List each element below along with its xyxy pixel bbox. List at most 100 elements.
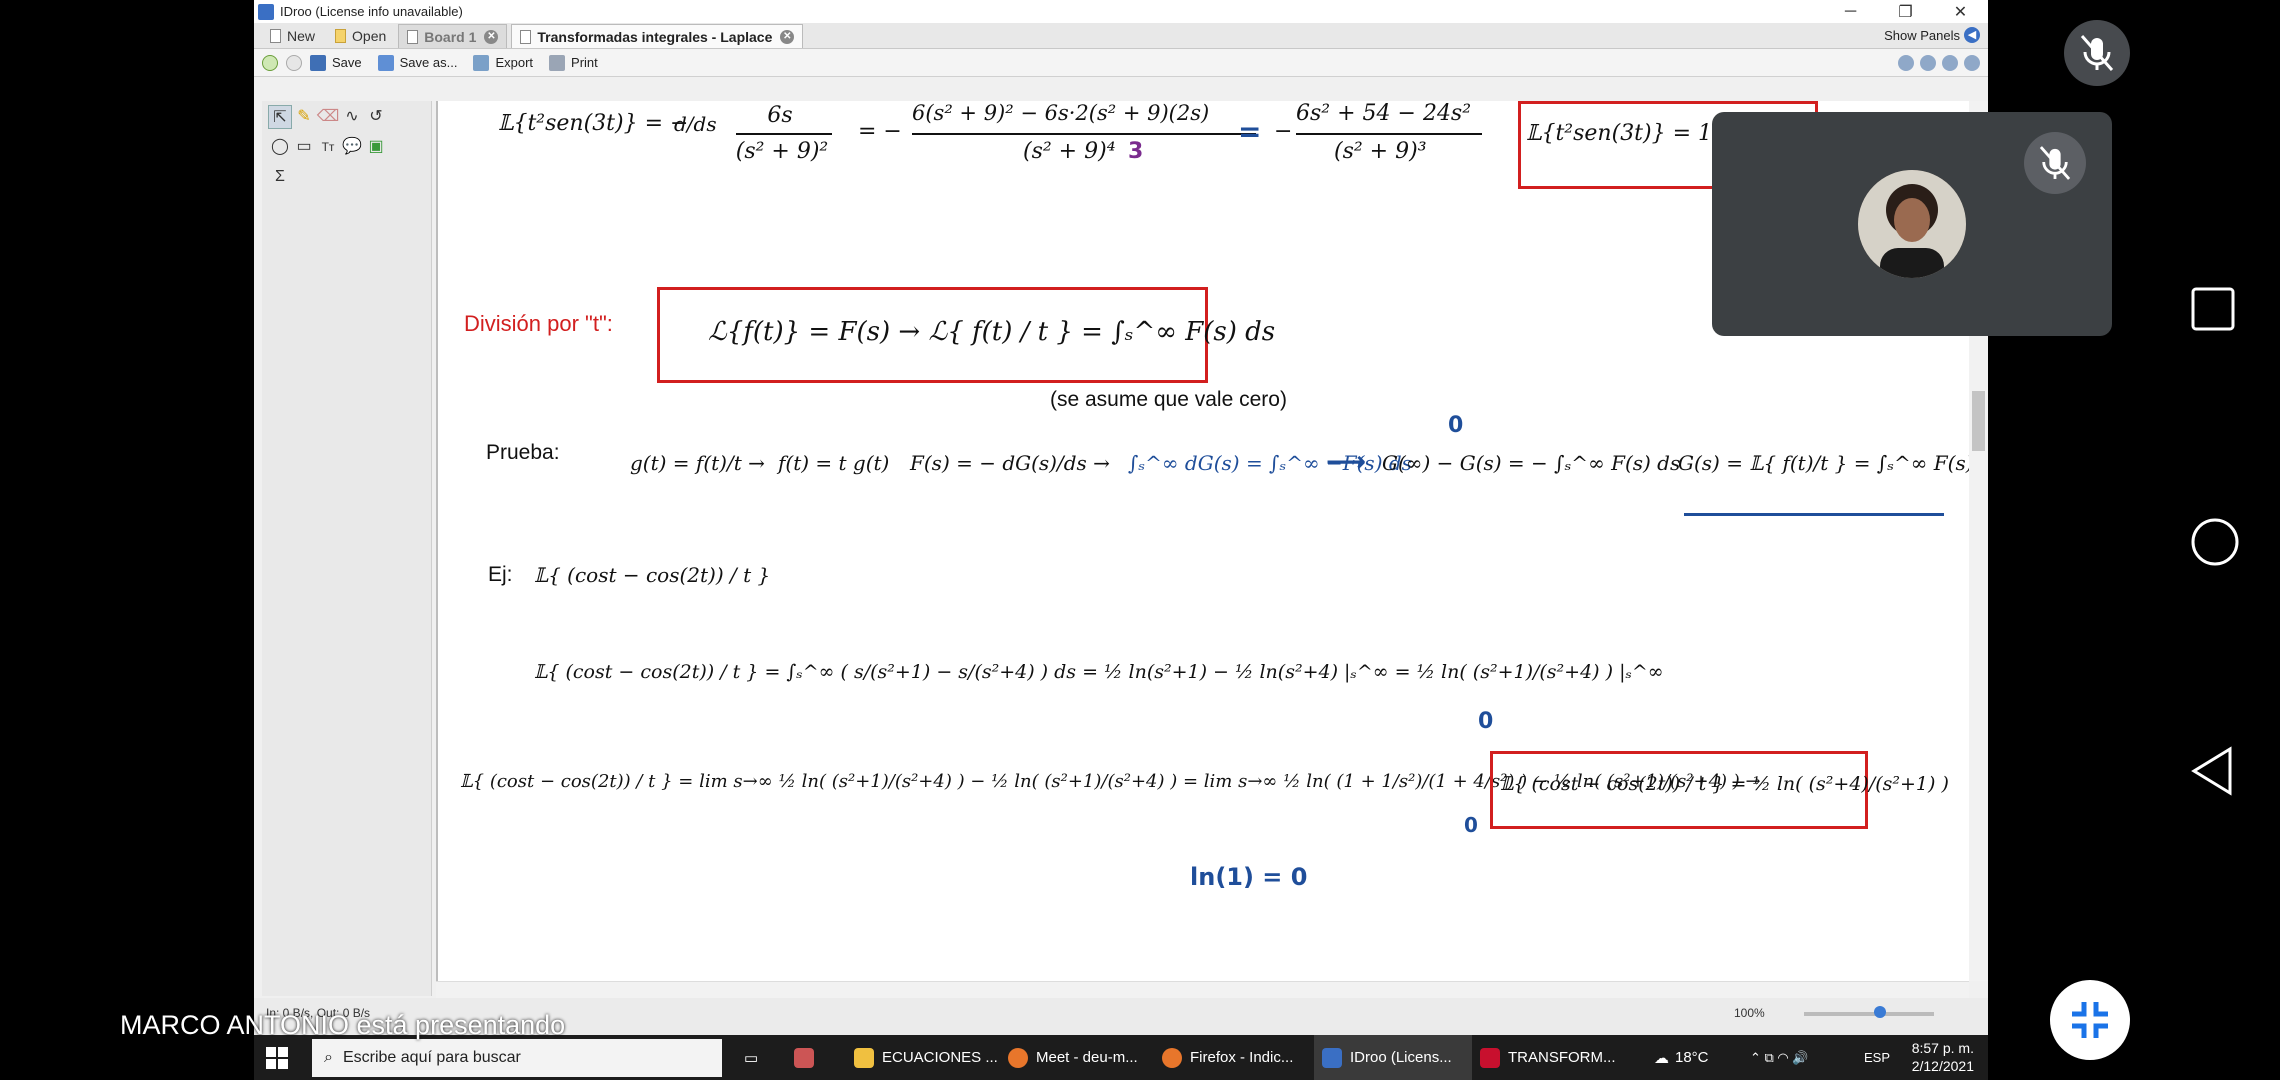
taskbar-app-label: Firefox - Indic... xyxy=(1190,1049,1294,1066)
minimize-button[interactable]: ─ xyxy=(1823,3,1878,21)
exit-fullscreen-button[interactable] xyxy=(2050,980,2130,1060)
proof-step-6: G(s) = 𝕃{ f(t)/t } = ∫ₛ^∞ F(s) ds xyxy=(1678,451,1969,475)
handwritten-ln-note: ln(1) = 0 xyxy=(1190,863,1308,891)
new-board-button[interactable]: New xyxy=(262,24,323,48)
taskbar-search[interactable]: ⌕ Escribe aquí para buscar xyxy=(312,1039,722,1077)
save-icon xyxy=(310,54,326,71)
print-button[interactable]: Print xyxy=(549,54,598,71)
folder-icon xyxy=(335,29,347,43)
arrow-left-icon: ◀ xyxy=(1964,27,1980,43)
toolbar-right-icons xyxy=(1898,55,1980,71)
participant-video-tile[interactable] xyxy=(1712,112,2112,336)
task-view-icon[interactable]: ▭ xyxy=(744,1035,758,1080)
comment-tool-icon[interactable]: 💬 xyxy=(340,135,364,159)
formula-tool-icon[interactable]: Σ xyxy=(268,165,292,189)
horizontal-scrollbar[interactable] xyxy=(436,981,1969,998)
taskbar-app-label: Meet - deu-m... xyxy=(1036,1049,1138,1066)
home-icon[interactable] xyxy=(2190,517,2240,567)
taskbar-app-idroo[interactable]: IDroo (Licens... xyxy=(1314,1035,1472,1080)
weather-temp: 18°C xyxy=(1675,1049,1709,1066)
settings-icon[interactable] xyxy=(1920,55,1936,71)
row1-big-den: (s² + 9)⁴ xyxy=(1023,139,1116,164)
proof-step-1: g(t) = f(t)/t → xyxy=(630,451,765,475)
export-button[interactable]: Export xyxy=(473,54,533,71)
clock[interactable]: 8:57 p. m. 2/12/2021 xyxy=(1912,1039,1974,1075)
taskbar-app-ecuaciones[interactable]: ECUACIONES ... xyxy=(854,1035,998,1080)
cloud-icon: ☁ xyxy=(1654,1049,1669,1067)
eraser-tool-icon[interactable]: ⌫ xyxy=(316,105,340,129)
search-icon: ⌕ xyxy=(324,1049,333,1066)
proof-step-5: G(∞) − G(s) = − ∫ₛ^∞ F(s) ds xyxy=(1382,451,1681,475)
row1-frac-den: (s² + 9)² xyxy=(735,139,829,164)
close-tab-icon[interactable]: ✕ xyxy=(484,29,499,44)
row1-lhs: 𝕃{t²sen(3t)} = − xyxy=(498,111,689,136)
open-board-button[interactable]: Open xyxy=(327,24,394,48)
row1-frac-line xyxy=(736,133,832,135)
idroo-app-icon xyxy=(258,3,274,20)
app-icon-generic[interactable] xyxy=(794,1035,822,1080)
participant-avatar xyxy=(1858,170,1966,278)
save-button[interactable]: Save xyxy=(310,54,362,71)
language-indicator[interactable]: ESP xyxy=(1864,1035,1890,1080)
info-icon[interactable] xyxy=(1942,55,1958,71)
zoom-slider[interactable] xyxy=(1804,1012,1934,1016)
close-window-button[interactable]: ✕ xyxy=(1933,2,1988,22)
firefox-icon xyxy=(1008,1047,1028,1068)
tabs-bar: New Open Board 1 ✕ Transformadas integral… xyxy=(254,23,1988,49)
pencil-tool-icon[interactable]: ✎ xyxy=(292,105,316,129)
text-tool-icon[interactable]: Tт xyxy=(316,135,340,159)
back-icon[interactable] xyxy=(262,54,278,71)
ej-label: Ej: xyxy=(488,563,513,586)
row1-big-num: 6(s² + 9)² − 6s·2(s² + 9)(2s) xyxy=(912,101,1210,125)
tab-board-1[interactable]: Board 1 ✕ xyxy=(398,24,508,48)
forward-icon[interactable] xyxy=(286,54,302,71)
ellipse-tool-icon[interactable]: ◯ xyxy=(268,135,292,159)
select-tool-icon[interactable]: ⇱ xyxy=(268,105,292,129)
vertical-scroll-thumb[interactable] xyxy=(1972,391,1985,451)
back-nav-icon[interactable] xyxy=(2190,746,2236,796)
zoom-slider-thumb[interactable] xyxy=(1874,1006,1886,1018)
lasso-tool-icon[interactable]: ↺ xyxy=(364,105,388,129)
show-panels-button[interactable]: Show Panels ◀ xyxy=(1884,27,1980,43)
prueba-label: Prueba: xyxy=(486,441,560,464)
help-icon[interactable] xyxy=(1964,55,1980,71)
title-bar: IDroo (License info unavailable) ─ ❐ ✕ xyxy=(254,0,1988,23)
curve-tool-icon[interactable]: ∿ xyxy=(340,105,364,129)
ej-formula: 𝕃{ (cost − cos(2t)) / t } xyxy=(534,563,771,587)
row1-eq-minus: = − xyxy=(858,119,902,144)
division-formula: ℒ{f(t)} = F(s) → ℒ{ f(t) / t } = ∫ₛ^∞ F(… xyxy=(708,317,1276,347)
recent-apps-icon[interactable] xyxy=(2190,286,2236,332)
windows-start-icon[interactable] xyxy=(266,1047,288,1069)
rectangle-tool-icon[interactable]: ▭ xyxy=(292,135,316,159)
taskbar-app-firefox[interactable]: Firefox - Indic... xyxy=(1162,1035,1293,1080)
taskbar-app-label: ECUACIONES ... xyxy=(882,1049,998,1066)
folder-icon xyxy=(854,1047,874,1068)
save-as-label: Save as... xyxy=(399,55,458,70)
export-icon xyxy=(473,54,490,71)
row1-result-den: (s² + 9)³ xyxy=(1334,139,1427,164)
clock-date: 2/12/2021 xyxy=(1911,1058,1974,1074)
row1-frac-num: 6s xyxy=(767,103,793,128)
example-line-1: 𝕃{ (cost − cos(2t)) / t } = ∫ₛ^∞ ( s/(s²… xyxy=(534,661,1664,683)
search-placeholder: Escribe aquí para buscar xyxy=(342,1049,521,1066)
save-as-button[interactable]: Save as... xyxy=(377,54,458,71)
maximize-button[interactable]: ❐ xyxy=(1878,2,1933,22)
image-tool-icon[interactable]: ▣ xyxy=(364,135,388,159)
tray-icons[interactable]: ⌃ ⧉ ◠ 🔊 xyxy=(1750,1035,1809,1080)
division-label: División por "t": xyxy=(464,311,613,336)
firefox-icon xyxy=(1162,1047,1182,1068)
participant-mic-off-icon xyxy=(2024,132,2086,194)
row1-result-num: 6s² + 54 − 24s² xyxy=(1296,101,1472,126)
taskbar-app-transform[interactable]: TRANSFORM... xyxy=(1480,1035,1616,1080)
close-tab-icon[interactable]: ✕ xyxy=(780,29,795,44)
handwritten-arrow-1: ⟶ xyxy=(1326,445,1367,478)
row1-result-line xyxy=(1296,133,1482,135)
fullscreen-icon[interactable] xyxy=(1898,55,1914,71)
row1-minus: − xyxy=(1274,119,1293,144)
handwritten-underline xyxy=(1684,513,1944,516)
tab-transformadas[interactable]: Transformadas integrales - Laplace ✕ xyxy=(511,24,804,48)
mic-off-icon[interactable] xyxy=(2064,20,2130,86)
weather-widget[interactable]: ☁ 18°C xyxy=(1654,1035,1709,1080)
taskbar-app-meet[interactable]: Meet - deu-m... xyxy=(1008,1035,1138,1080)
board-icon xyxy=(407,29,419,44)
